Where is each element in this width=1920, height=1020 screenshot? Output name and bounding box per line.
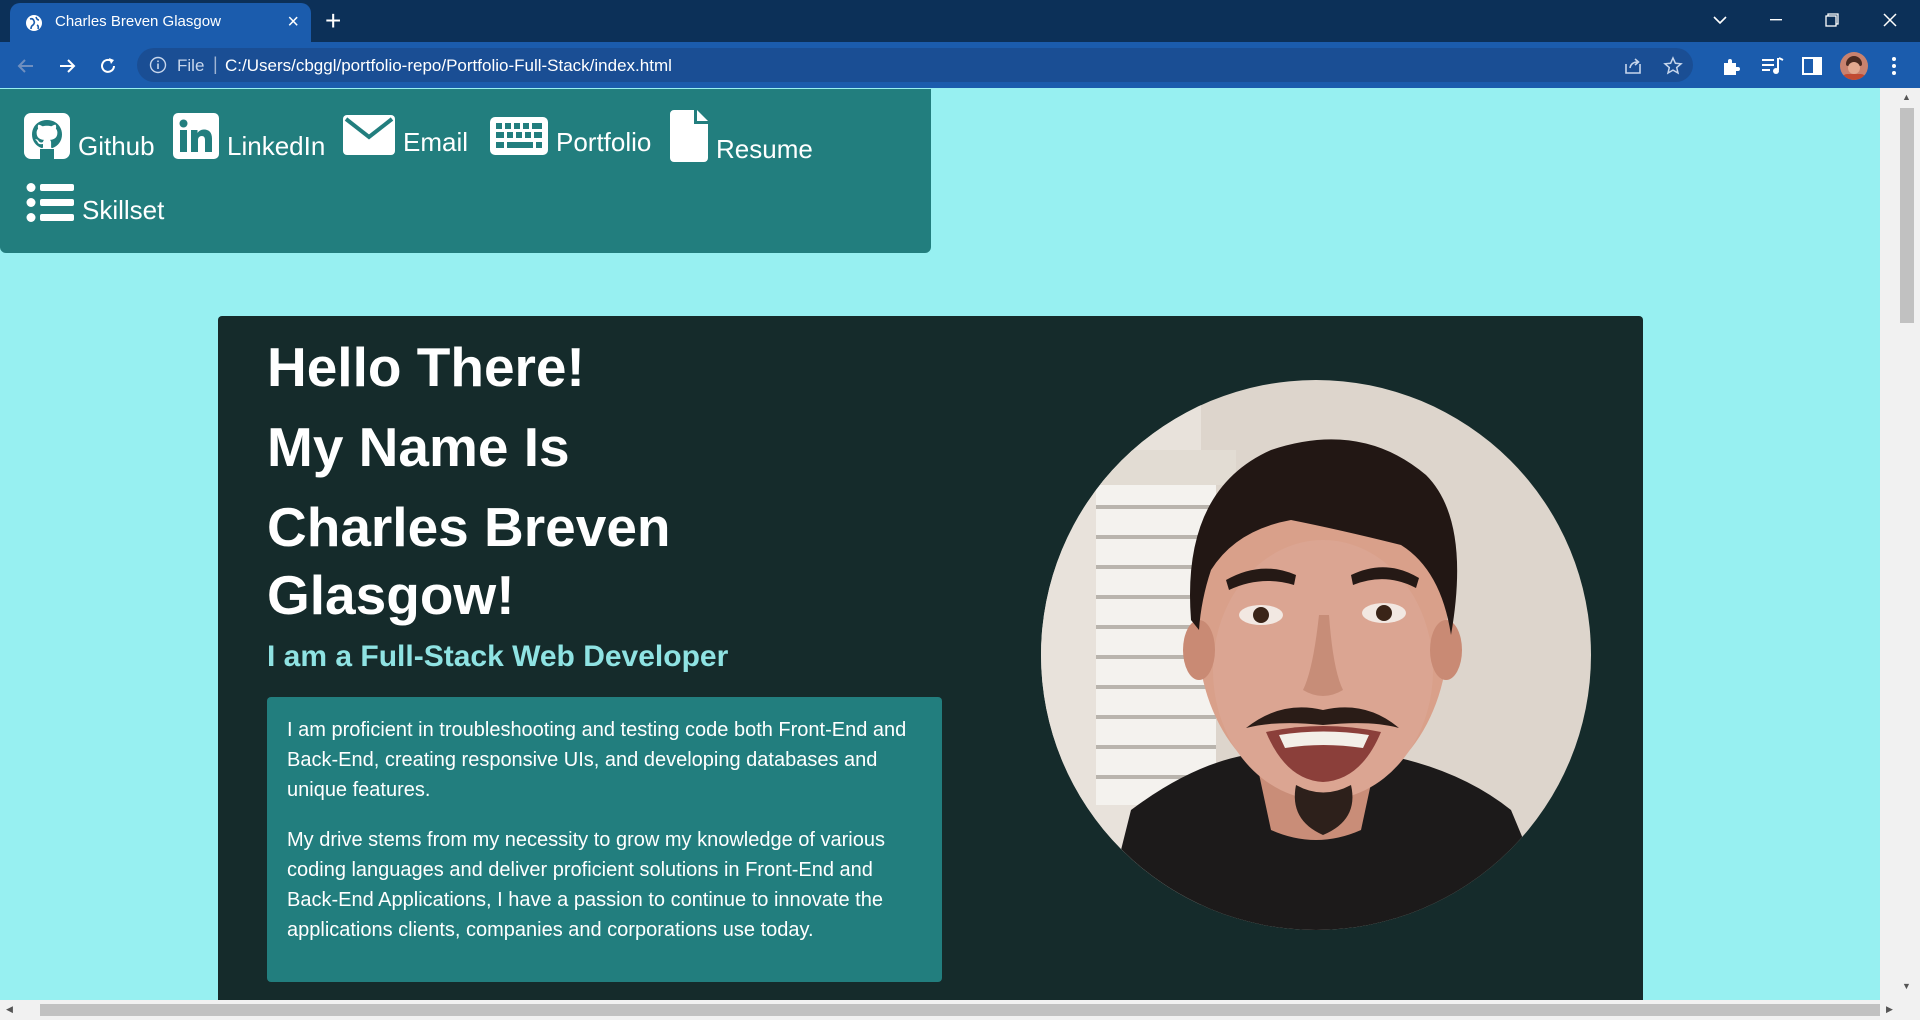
reload-icon[interactable] <box>96 54 120 78</box>
share-icon[interactable] <box>1623 56 1643 76</box>
browser-toolbar: File | C:/Users/cbggl/portfolio-repo/Por… <box>0 42 1920 88</box>
close-window-icon[interactable] <box>1862 0 1918 40</box>
list-icon <box>26 183 74 222</box>
tab-search-chevron-icon[interactable] <box>1692 0 1748 40</box>
extensions-puzzle-icon[interactable] <box>1720 54 1744 78</box>
nav-link-skillset[interactable]: Skillset <box>26 183 164 223</box>
hero-name-line1: Charles Breven <box>267 496 671 558</box>
tab-title: Charles Breven Glasgow <box>55 13 221 30</box>
nav-link-linkedin[interactable]: LinkedIn <box>173 113 325 159</box>
horizontal-scrollbar[interactable]: ◀ ▶ <box>0 1000 1920 1020</box>
profile-photo <box>1041 380 1591 930</box>
address-scheme-label: File <box>177 56 205 75</box>
about-box: I am proficient in troubleshooting and t… <box>267 697 942 982</box>
envelope-icon <box>343 115 395 155</box>
address-bar[interactable]: File | C:/Users/cbggl/portfolio-repo/Por… <box>137 48 1693 82</box>
nav-label-portfolio: Portfolio <box>556 127 652 157</box>
globe-icon <box>26 15 42 31</box>
profile-avatar[interactable] <box>1840 52 1868 80</box>
nav-label-linkedin: LinkedIn <box>227 131 326 161</box>
address-separator: | <box>213 54 218 74</box>
nav-link-github[interactable]: Github <box>24 113 155 159</box>
hero-greeting: Hello There! <box>267 336 585 398</box>
browser-tab-active[interactable]: Charles Breven Glasgow × <box>10 3 311 42</box>
browser-tab-strip: Charles Breven Glasgow × + <box>0 0 1920 42</box>
info-icon[interactable] <box>149 56 167 74</box>
vertical-scrollbar[interactable]: ▲ ▼ <box>1880 88 1920 1000</box>
vertical-scrollbar-thumb[interactable] <box>1900 108 1914 323</box>
github-icon <box>24 113 70 159</box>
linkedin-icon <box>173 113 219 159</box>
nav-link-portfolio[interactable]: Portfolio <box>490 117 651 155</box>
bookmark-star-icon[interactable] <box>1663 56 1683 76</box>
forward-arrow-icon[interactable] <box>55 54 79 78</box>
social-nav: Github LinkedIn Email Portfolio Resume S… <box>0 89 931 253</box>
hero-name-line2: Glasgow! <box>267 564 515 626</box>
about-paragraph-1: I am proficient in troubleshooting and t… <box>287 719 907 801</box>
scroll-right-arrow-icon[interactable]: ▶ <box>1886 1004 1893 1015</box>
media-playlist-icon[interactable] <box>1760 54 1784 78</box>
hero-section: Hello There! My Name Is Charles Breven G… <box>218 316 1643 1000</box>
hero-name-intro: My Name Is <box>267 416 570 478</box>
nav-link-email[interactable]: Email <box>343 115 468 155</box>
nav-label-resume: Resume <box>716 134 813 164</box>
restore-icon[interactable] <box>1804 0 1860 40</box>
scroll-down-arrow-icon[interactable]: ▼ <box>1902 981 1912 991</box>
browser-menu-icon[interactable] <box>1882 54 1906 78</box>
side-panel-icon[interactable] <box>1800 54 1824 78</box>
nav-label-github: Github <box>78 131 155 161</box>
minimize-icon[interactable] <box>1748 0 1804 40</box>
new-tab-button[interactable]: + <box>325 6 341 36</box>
nav-label-email: Email <box>403 127 469 157</box>
about-paragraph-2: My drive stems from my necessity to grow… <box>287 829 885 941</box>
keyboard-icon <box>490 117 548 155</box>
scroll-left-arrow-icon[interactable]: ◀ <box>6 1004 13 1015</box>
page-viewport: Github LinkedIn Email Portfolio Resume S… <box>0 88 1880 1000</box>
nav-label-skillset: Skillset <box>82 195 165 225</box>
tab-close-icon[interactable]: × <box>287 12 299 32</box>
file-icon <box>670 110 708 162</box>
scroll-up-arrow-icon[interactable]: ▲ <box>1902 92 1912 102</box>
horizontal-scrollbar-thumb[interactable] <box>40 1004 1880 1016</box>
nav-link-resume[interactable]: Resume <box>670 110 813 162</box>
back-arrow-icon[interactable] <box>14 54 38 78</box>
hero-subtitle: I am a Full-Stack Web Developer <box>267 640 729 673</box>
address-url[interactable]: C:/Users/cbggl/portfolio-repo/Portfolio-… <box>225 56 672 76</box>
